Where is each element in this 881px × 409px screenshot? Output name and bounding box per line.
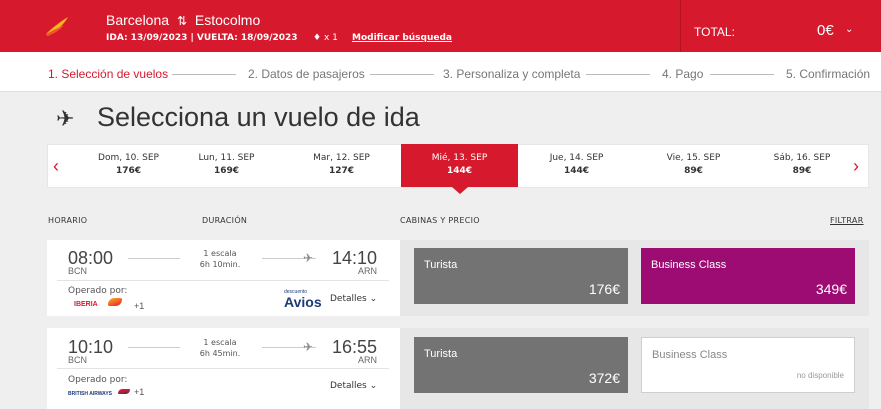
arrival-airport: ARN <box>358 355 378 365</box>
column-header-duration: DURACIÓN <box>202 216 248 225</box>
date-label: Sáb, 16. SEP <box>773 153 831 163</box>
total-amount: 0€ <box>817 22 834 39</box>
date-label: Mié, 13. SEP <box>431 153 488 163</box>
route-title: Barcelona ⇅ Estocolmo <box>106 12 260 28</box>
chevron-down-icon: ⌄ <box>369 294 378 304</box>
next-dates-arrow-icon[interactable]: › <box>853 156 859 177</box>
prev-dates-arrow-icon[interactable]: ‹ <box>53 156 59 177</box>
cabin-name: Turista <box>424 259 458 271</box>
date-option-selected[interactable]: Mié, 13. SEP 144€ <box>401 144 518 194</box>
passenger-count-text: x 1 <box>323 33 338 43</box>
date-label: Jue, 14. SEP <box>549 153 604 163</box>
date-label: Mar, 12. SEP <box>313 153 370 163</box>
step-divider <box>370 74 434 75</box>
avios-discount-badge: descuento Avios <box>284 289 322 309</box>
stops-label: 1 escala <box>203 338 237 347</box>
operated-by-label: Operado por: <box>68 286 128 296</box>
details-toggle[interactable]: Detalles ⌄ <box>330 294 377 304</box>
trip-dates: IDA: 13/09/2023 | VUELTA: 18/09/2023 <box>106 33 298 43</box>
iberia-airline-logo: IBERIA <box>74 301 98 308</box>
date-price: 89€ <box>684 166 703 176</box>
step-payment: 4. Pago <box>662 67 704 81</box>
step-confirmation: 5. Confirmación <box>786 67 871 81</box>
business-fare-button[interactable]: Business Class 349€ <box>641 248 855 304</box>
avios-logo: Avios <box>284 294 322 310</box>
date-option[interactable]: Vie, 15. SEP 89€ <box>635 144 752 188</box>
card-divider <box>57 280 389 281</box>
unavailable-label: no disponible <box>796 371 844 380</box>
business-fare-unavailable: Business Class no disponible <box>641 337 855 393</box>
details-label: Detalles <box>330 381 367 391</box>
details-toggle[interactable]: Detalles ⌄ <box>330 381 377 391</box>
flight-stops-duration: 1 escala 6h 10min. <box>180 248 260 270</box>
airplane-icon: ✈ <box>303 340 314 354</box>
cabin-name: Business Class <box>652 349 728 361</box>
british-airways-logo: BRITISH AIRWAYS <box>68 391 112 397</box>
chevron-down-icon: ⌄ <box>369 381 378 391</box>
departure-airport: BCN <box>68 266 88 276</box>
column-header-cabins: CABINAS Y PRECIO <box>400 216 480 225</box>
filter-link[interactable]: FILTRAR <box>830 216 864 225</box>
date-option[interactable]: Jue, 14. SEP 144€ <box>518 144 635 188</box>
passenger-icon: ♦ <box>313 33 322 43</box>
cabin-price: 176€ <box>588 281 620 297</box>
total-label: TOTAL: <box>694 25 735 39</box>
date-option[interactable]: Mar, 12. SEP 127€ <box>283 144 400 188</box>
chevron-down-icon[interactable]: ⌄ <box>845 24 853 35</box>
date-label: Lun, 11. SEP <box>198 153 255 163</box>
cabin-price: 372€ <box>588 370 620 386</box>
progress-steps: 1. Selección de vuelos 2. Datos de pasaj… <box>0 52 881 92</box>
card-divider <box>57 368 389 369</box>
airplane-icon: ✈ <box>303 251 314 265</box>
date-price: 169€ <box>213 166 240 176</box>
flight-stops-duration: 1 escala 6h 45min. <box>180 337 260 359</box>
route-line <box>128 258 180 259</box>
extra-airlines-count: +1 <box>134 301 145 311</box>
date-label: Vie, 15. SEP <box>666 153 721 163</box>
date-price: 144€ <box>446 166 473 176</box>
date-price: 144€ <box>563 166 590 176</box>
date-option[interactable]: Lun, 11. SEP 169€ <box>168 144 285 188</box>
page-title: Selecciona un vuelo de ida <box>97 102 420 132</box>
step-divider <box>172 74 236 75</box>
destination-city: Estocolmo <box>194 12 261 28</box>
cabin-price: 349€ <box>815 281 847 297</box>
turista-fare-button[interactable]: Turista 372€ <box>414 337 628 393</box>
stops-label: 1 escala <box>203 249 237 258</box>
date-price: 127€ <box>328 166 355 176</box>
date-price: 89€ <box>792 166 812 176</box>
date-option[interactable]: Sáb, 16. SEP 89€ <box>752 144 852 188</box>
details-label: Detalles <box>330 294 367 304</box>
origin-city: Barcelona <box>106 12 170 28</box>
step-passenger-data: 2. Datos de pasajeros <box>248 67 365 81</box>
column-header-schedule: HORARIO <box>48 216 88 225</box>
airplane-icon: ✈ <box>56 106 75 131</box>
duration-label: 6h 10min. <box>199 260 241 269</box>
departure-airport: BCN <box>68 355 88 365</box>
arrival-airport: ARN <box>358 266 378 276</box>
cabin-name: Turista <box>424 348 458 360</box>
duration-label: 6h 45min. <box>199 349 241 358</box>
step-flight-selection: 1. Selección de vuelos <box>48 67 169 81</box>
modify-search-link[interactable]: Modificar búsqueda <box>352 33 452 43</box>
passenger-count: ♦ x 1 <box>313 33 338 43</box>
swap-arrows-icon: ⇅ <box>176 14 187 28</box>
step-personalize: 3. Personaliza y completa <box>443 67 581 81</box>
extra-airlines-count: +1 <box>134 387 145 397</box>
route-line <box>128 347 180 348</box>
step-divider <box>586 74 650 75</box>
iberia-logo-icon <box>46 17 68 36</box>
cabin-name: Business Class <box>651 259 727 271</box>
operated-by-label: Operado por: <box>68 375 128 385</box>
turista-fare-button[interactable]: Turista 176€ <box>414 248 628 304</box>
step-divider <box>710 74 774 75</box>
